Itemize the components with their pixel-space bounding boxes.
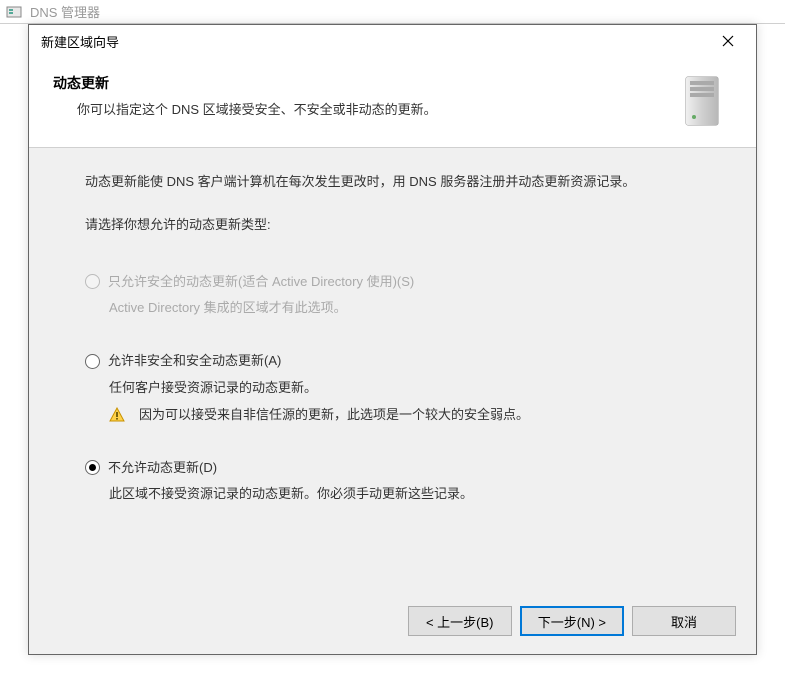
warning-row: 因为可以接受来自非信任源的更新，此选项是一个较大的安全弱点。 bbox=[109, 405, 708, 426]
dialog-footer: < 上一步(B) 下一步(N) > 取消 bbox=[29, 590, 756, 654]
warning-text: 因为可以接受来自非信任源的更新，此选项是一个较大的安全弱点。 bbox=[139, 405, 529, 426]
background-title: DNS 管理器 bbox=[30, 2, 100, 21]
dialog-heading: 动态更新 bbox=[53, 73, 668, 93]
dialog-titlebar: 新建区域向导 bbox=[29, 25, 756, 57]
radio-option-allow-both[interactable]: 允许非安全和安全动态更新(A) 任何客户接受资源记录的动态更新。 因为可以接受来… bbox=[85, 351, 708, 425]
radio-option-secure-only: 只允许安全的动态更新(适合 Active Directory 使用)(S) Ac… bbox=[85, 272, 708, 320]
radio-disallow[interactable] bbox=[85, 460, 100, 475]
dialog-title: 新建区域向导 bbox=[41, 32, 708, 51]
wizard-dialog: 新建区域向导 动态更新 你可以指定这个 DNS 区域接受安全、不安全或非动态的更… bbox=[28, 24, 757, 655]
dialog-header: 动态更新 你可以指定这个 DNS 区域接受安全、不安全或非动态的更新。 bbox=[29, 57, 756, 148]
radio-secure-only-label: 只允许安全的动态更新(适合 Active Directory 使用)(S) bbox=[108, 272, 414, 293]
dialog-body: 动态更新能使 DNS 客户端计算机在每次发生更改时，用 DNS 服务器注册并动态… bbox=[29, 148, 756, 590]
dns-app-icon bbox=[6, 4, 22, 20]
close-icon bbox=[722, 35, 734, 47]
radio-secure-only-description: Active Directory 集成的区域才有此选项。 bbox=[109, 298, 708, 319]
cancel-button[interactable]: 取消 bbox=[632, 606, 736, 636]
warning-icon bbox=[109, 407, 125, 423]
radio-option-disallow[interactable]: 不允许动态更新(D) 此区域不接受资源记录的动态更新。你必须手动更新这些记录。 bbox=[85, 458, 708, 506]
close-button[interactable] bbox=[708, 27, 748, 55]
radio-disallow-description: 此区域不接受资源记录的动态更新。你必须手动更新这些记录。 bbox=[109, 484, 708, 505]
back-button[interactable]: < 上一步(B) bbox=[408, 606, 512, 636]
dialog-subheading: 你可以指定这个 DNS 区域接受安全、不安全或非动态的更新。 bbox=[77, 99, 668, 118]
dialog-header-text: 动态更新 你可以指定这个 DNS 区域接受安全、不安全或非动态的更新。 bbox=[53, 73, 668, 118]
choose-label: 请选择你想允许的动态更新类型: bbox=[85, 215, 708, 236]
radio-allow-both-description: 任何客户接受资源记录的动态更新。 bbox=[109, 378, 708, 399]
server-icon bbox=[680, 73, 728, 129]
radio-disallow-label: 不允许动态更新(D) bbox=[108, 458, 217, 479]
radio-allow-both-label: 允许非安全和安全动态更新(A) bbox=[108, 351, 281, 372]
radio-secure-only bbox=[85, 274, 100, 289]
next-button[interactable]: 下一步(N) > bbox=[520, 606, 624, 636]
background-titlebar: DNS 管理器 bbox=[0, 0, 785, 24]
intro-text: 动态更新能使 DNS 客户端计算机在每次发生更改时，用 DNS 服务器注册并动态… bbox=[85, 172, 708, 193]
radio-allow-both[interactable] bbox=[85, 354, 100, 369]
